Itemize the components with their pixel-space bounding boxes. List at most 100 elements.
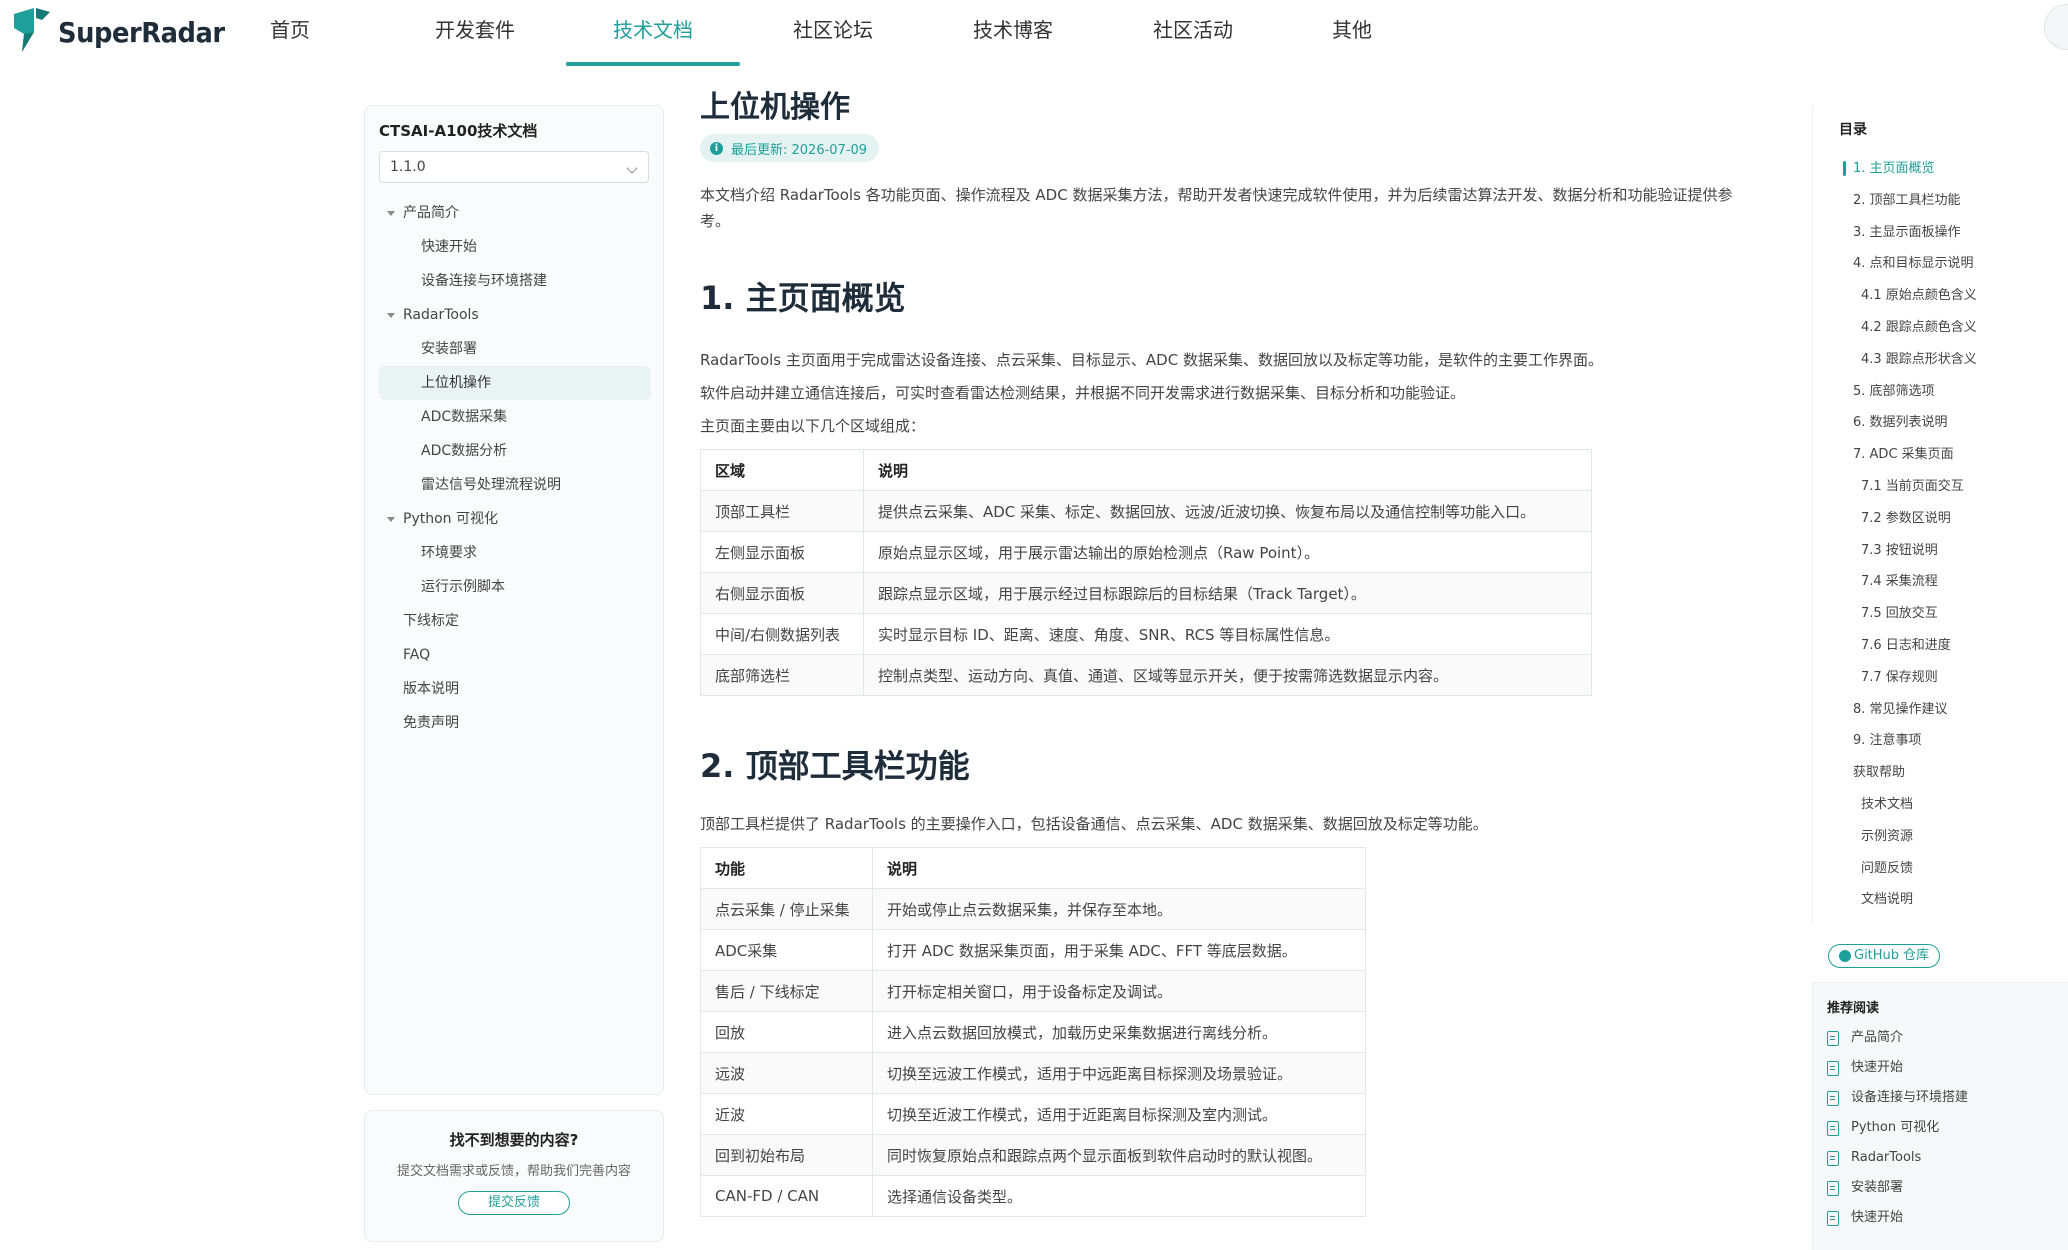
sidebar-item-device-connection[interactable]: 设备连接与环境搭建 xyxy=(379,264,651,298)
document-icon xyxy=(1827,1030,1839,1046)
avatar[interactable] xyxy=(2044,4,2068,50)
recommended-item[interactable]: 快速开始 xyxy=(1827,1053,1968,1083)
toc-item[interactable]: 6. 数据列表说明 xyxy=(1839,407,2068,439)
submit-feedback-button[interactable]: 提交反馈 xyxy=(458,1191,570,1215)
sidebar-item-host-operation[interactable]: 上位机操作 xyxy=(379,366,651,400)
sidebar-item-product-intro[interactable]: 产品简介 xyxy=(379,196,651,230)
sidebar-item-radartools[interactable]: RadarTools xyxy=(379,298,651,332)
page-title: 上位机操作 xyxy=(700,90,850,125)
sidebar-item-release-notes[interactable]: 版本说明 xyxy=(379,672,651,706)
sidebar-item-env-req[interactable]: 环境要求 xyxy=(379,536,651,570)
recommended-label: 产品简介 xyxy=(1851,1030,1904,1045)
toc-item[interactable]: 4.1 原始点颜色含义 xyxy=(1839,280,2068,312)
feedback-title: 找不到想要的内容? xyxy=(449,1131,579,1149)
table-cell: CAN-FD / CAN xyxy=(700,1175,873,1217)
toc-item[interactable]: 7.2 参数区说明 xyxy=(1839,503,2068,535)
caret-down-icon xyxy=(387,517,395,522)
toc-item[interactable]: 7. ADC 采集页面 xyxy=(1839,439,2068,471)
recommended-title: 推荐阅读 xyxy=(1827,1001,1880,1016)
sidebar-item-signal-processing[interactable]: 雷达信号处理流程说明 xyxy=(379,468,651,502)
sidebar-tree: 产品简介 快速开始 设备连接与环境搭建 RadarTools 安装部署 上位机操… xyxy=(379,196,651,740)
table-cell: 选择通信设备类型。 xyxy=(872,1175,1366,1217)
recommended-label: RadarTools xyxy=(1851,1150,1922,1165)
toc-item[interactable]: 2. 顶部工具栏功能 xyxy=(1839,185,2068,217)
version-select[interactable]: 1.1.0 xyxy=(379,151,649,183)
toc-item[interactable]: 4.3 跟踪点形状含义 xyxy=(1839,344,2068,376)
toc-item[interactable]: 3. 主显示面板操作 xyxy=(1839,217,2068,249)
sidebar-item-label: RadarTools xyxy=(403,307,479,323)
superradar-logo-icon xyxy=(14,8,50,52)
table-header: 区域 xyxy=(700,449,864,491)
toc-item[interactable]: 获取帮助 xyxy=(1839,757,2068,789)
table-cell: 左侧显示面板 xyxy=(700,531,864,573)
nav-other[interactable]: 其他 xyxy=(1286,0,1418,64)
feedback-desc: 提交文档需求或反馈，帮助我们完善内容 xyxy=(396,1164,631,1179)
sidebar-item-adc-capture[interactable]: ADC数据采集 xyxy=(379,400,651,434)
nav-home[interactable]: 首页 xyxy=(270,0,384,64)
toc-item[interactable]: 4.2 跟踪点颜色含义 xyxy=(1839,312,2068,344)
sidebar-item-quick-start[interactable]: 快速开始 xyxy=(379,230,651,264)
nav-events[interactable]: 社区活动 xyxy=(1100,0,1286,64)
feedback-card: 找不到想要的内容? 提交文档需求或反馈，帮助我们完善内容 提交反馈 xyxy=(364,1110,664,1242)
nav-forum[interactable]: 社区论坛 xyxy=(740,0,926,64)
table-row: 远波 切换至远波工作模式，适用于中远距离目标探测及场景验证。 xyxy=(700,1052,1366,1094)
toc-item[interactable]: 5. 底部筛选项 xyxy=(1839,376,2068,408)
table-cell: 近波 xyxy=(700,1093,873,1135)
toc-item[interactable]: 技术文档 xyxy=(1839,789,2068,821)
document-icon xyxy=(1827,1120,1839,1136)
sidebar-item-faq[interactable]: FAQ xyxy=(379,638,651,672)
main-nav: 首页 开发套件 技术文档 社区论坛 技术博客 社区活动 其他 xyxy=(232,0,1418,66)
areas-table: 区域 说明 顶部工具栏 提供点云采集、ADC 采集、标定、数据回放、远波/近波切换… xyxy=(700,449,1592,696)
toc-item[interactable]: 4. 点和目标显示说明 xyxy=(1839,248,2068,280)
recommended-item[interactable]: 设备连接与环境搭建 xyxy=(1827,1083,1968,1113)
recommended-label: Python 可视化 xyxy=(1851,1120,1940,1135)
toc-item[interactable]: 7.4 采集流程 xyxy=(1839,566,2068,598)
table-of-contents: 目录 1. 主页面概览 2. 顶部工具栏功能 3. 主显示面板操作 4. 点和目… xyxy=(1812,105,2068,925)
recommended-item[interactable]: 快速开始 xyxy=(1827,1203,1968,1233)
toc-item[interactable]: 9. 注意事项 xyxy=(1839,725,2068,757)
table-header: 说明 xyxy=(872,847,1366,889)
table-cell: 原始点显示区域，用于展示雷达输出的原始检测点（Raw Point）。 xyxy=(863,531,1592,573)
nav-devkit[interactable]: 开发套件 xyxy=(384,0,566,64)
document-icon xyxy=(1827,1060,1839,1076)
recommended-item[interactable]: RadarTools xyxy=(1827,1143,1968,1173)
sidebar-item-install[interactable]: 安装部署 xyxy=(379,332,651,366)
recommended-item[interactable]: Python 可视化 xyxy=(1827,1113,1968,1143)
sidebar-item-calibration[interactable]: 下线标定 xyxy=(379,604,651,638)
table-cell: 打开标定相关窗口，用于设备标定及调试。 xyxy=(872,970,1366,1012)
table-cell: 切换至近波工作模式，适用于近距离目标探测及室内测试。 xyxy=(872,1093,1366,1135)
toc-item[interactable]: 文档说明 xyxy=(1839,884,2068,916)
table-header: 说明 xyxy=(863,449,1592,491)
recommended-label: 快速开始 xyxy=(1851,1210,1904,1225)
toc-item[interactable]: 7.7 保存规则 xyxy=(1839,662,2068,694)
recommended-label: 快速开始 xyxy=(1851,1060,1904,1075)
nav-blog[interactable]: 技术博客 xyxy=(926,0,1100,64)
table-cell: 同时恢复原始点和跟踪点两个显示面板到软件启动时的默认视图。 xyxy=(872,1134,1366,1176)
toc-item[interactable]: 问题反馈 xyxy=(1839,853,2068,885)
sidebar-item-python-vis[interactable]: Python 可视化 xyxy=(379,502,651,536)
document-icon xyxy=(1827,1180,1839,1196)
section-heading: 2. 顶部工具栏功能 xyxy=(700,747,970,785)
toc-item[interactable]: 7.3 按钮说明 xyxy=(1839,535,2068,567)
table-row: 点云采集 / 停止采集 开始或停止点云数据采集，并保存至本地。 xyxy=(700,888,1366,930)
recommended-item[interactable]: 安装部署 xyxy=(1827,1173,1968,1203)
table-cell: 中间/右侧数据列表 xyxy=(700,613,864,655)
recommended-item[interactable]: 产品简介 xyxy=(1827,1023,1968,1053)
main-content: 上位机操作 i 最后更新: 2026-07-09 本文档介绍 RadarTool… xyxy=(700,88,1760,1217)
recommended-list: 产品简介 快速开始 设备连接与环境搭建 Python 可视化 RadarTool… xyxy=(1827,1023,1968,1233)
sidebar-item-run-example[interactable]: 运行示例脚本 xyxy=(379,570,651,604)
toc-item[interactable]: 7.1 当前页面交互 xyxy=(1839,471,2068,503)
toc-item[interactable]: 8. 常见操作建议 xyxy=(1839,694,2068,726)
table-row: ADC采集 打开 ADC 数据采集页面，用于采集 ADC、FFT 等底层数据。 xyxy=(700,929,1366,971)
paragraph: RadarTools 主页面用于完成雷达设备连接、点云采集、目标显示、ADC 数… xyxy=(700,351,1603,369)
brand-logo[interactable]: SuperRadar xyxy=(12,6,239,58)
sidebar-item-disclaimer[interactable]: 免责声明 xyxy=(379,706,651,740)
toc-item[interactable]: 示例资源 xyxy=(1839,821,2068,853)
nav-tech-docs[interactable]: 技术文档 xyxy=(566,0,740,66)
toc-item[interactable]: 7.5 回放交互 xyxy=(1839,598,2068,630)
toc-item[interactable]: 7.6 日志和进度 xyxy=(1839,630,2068,662)
sidebar-item-label: Python 可视化 xyxy=(403,511,498,527)
sidebar-item-adc-analysis[interactable]: ADC数据分析 xyxy=(379,434,651,468)
github-repo-button[interactable]: GitHub 仓库 xyxy=(1828,944,1941,968)
toc-item[interactable]: 1. 主页面概览 xyxy=(1839,153,2068,185)
